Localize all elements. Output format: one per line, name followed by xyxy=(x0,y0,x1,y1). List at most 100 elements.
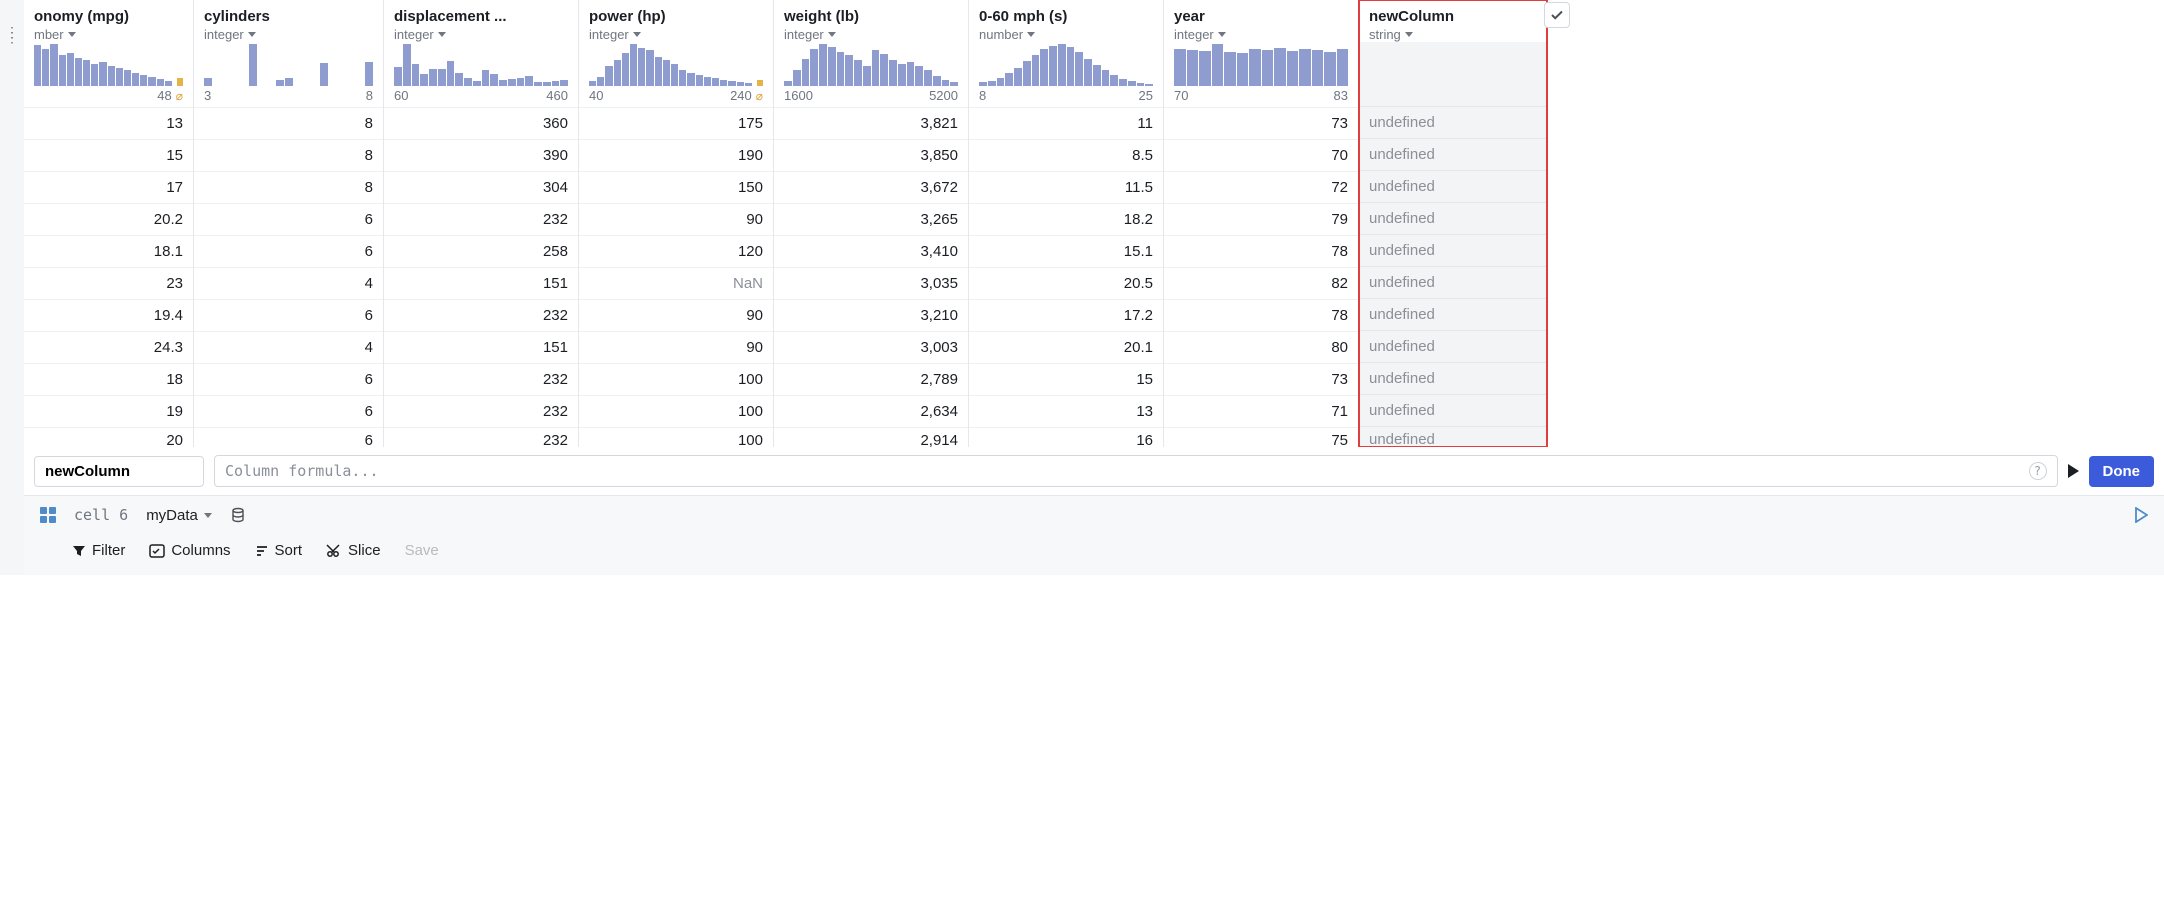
table-cell[interactable]: 2,789 xyxy=(774,363,968,395)
table-cell[interactable]: 16 xyxy=(969,427,1163,447)
table-cell[interactable]: 8 xyxy=(194,107,383,139)
table-cell[interactable]: 3,003 xyxy=(774,331,968,363)
table-cell[interactable]: 23 xyxy=(24,267,193,299)
table-cell[interactable]: 18.1 xyxy=(24,235,193,267)
table-cell[interactable]: 3,210 xyxy=(774,299,968,331)
table-cell[interactable]: 73 xyxy=(1164,107,1358,139)
drag-handle-icon[interactable]: ⋮⋮ xyxy=(5,30,19,40)
table-cell[interactable]: undefined xyxy=(1359,202,1546,234)
table-cell[interactable]: 79 xyxy=(1164,203,1358,235)
table-cell[interactable]: 2,634 xyxy=(774,395,968,427)
table-cell[interactable]: 17.2 xyxy=(969,299,1163,331)
table-cell[interactable]: 19.4 xyxy=(24,299,193,331)
column-type-selector[interactable]: integer xyxy=(204,27,373,42)
table-cell[interactable]: 18 xyxy=(24,363,193,395)
table-cell[interactable]: 20 xyxy=(24,427,193,447)
sort-button[interactable]: Sort xyxy=(255,542,303,559)
filter-button[interactable]: Filter xyxy=(72,542,125,559)
column-header[interactable]: 0-60 mph (s)number xyxy=(969,0,1163,42)
table-cell[interactable]: 20.5 xyxy=(969,267,1163,299)
table-cell[interactable]: 73 xyxy=(1164,363,1358,395)
column-header[interactable]: power (hp)integer xyxy=(579,0,773,42)
dataset-selector[interactable]: myData xyxy=(146,507,212,524)
table-cell[interactable]: 90 xyxy=(579,331,773,363)
table-cell[interactable]: undefined xyxy=(1359,266,1546,298)
table-cell[interactable]: 6 xyxy=(194,235,383,267)
table-cell[interactable]: 11.5 xyxy=(969,171,1163,203)
done-button[interactable]: Done xyxy=(2089,456,2155,487)
column-formula-input[interactable]: Column formula... ? xyxy=(214,455,2058,487)
table-cell[interactable]: undefined xyxy=(1359,426,1546,446)
column-histogram[interactable]: 60460 xyxy=(384,42,578,107)
table-cell[interactable]: 70 xyxy=(1164,139,1358,171)
table-cell[interactable]: 6 xyxy=(194,363,383,395)
table-cell[interactable]: 75 xyxy=(1164,427,1358,447)
table-cell[interactable]: 71 xyxy=(1164,395,1358,427)
column-header[interactable]: displacement ...integer xyxy=(384,0,578,42)
table-cell[interactable]: 175 xyxy=(579,107,773,139)
table-cell[interactable]: undefined xyxy=(1359,234,1546,266)
table-cell[interactable]: 232 xyxy=(384,203,578,235)
table-cell[interactable]: 6 xyxy=(194,427,383,447)
table-cell[interactable]: 390 xyxy=(384,139,578,171)
table-cell[interactable]: undefined xyxy=(1359,106,1546,138)
table-cell[interactable]: 232 xyxy=(384,363,578,395)
table-cell[interactable]: 8 xyxy=(194,139,383,171)
table-cell[interactable]: 232 xyxy=(384,299,578,331)
table-cell[interactable]: 90 xyxy=(579,299,773,331)
table-cell[interactable]: 17 xyxy=(24,171,193,203)
column-header[interactable]: onomy (mpg)mber xyxy=(24,0,193,42)
column-histogram[interactable]: 38 xyxy=(194,42,383,107)
table-cell[interactable]: 13 xyxy=(24,107,193,139)
slice-button[interactable]: Slice xyxy=(326,542,381,559)
table-cell[interactable]: 15.1 xyxy=(969,235,1163,267)
column-type-selector[interactable]: string xyxy=(1369,27,1536,42)
table-cell[interactable]: 232 xyxy=(384,395,578,427)
column-type-selector[interactable]: integer xyxy=(589,27,763,42)
table-cell[interactable]: 19 xyxy=(24,395,193,427)
column-header[interactable]: newColumnstring xyxy=(1359,0,1546,42)
column-histogram[interactable]: 48⌀ xyxy=(24,42,193,107)
cell-gutter[interactable]: ⋮⋮ xyxy=(0,0,24,575)
table-cell[interactable]: 78 xyxy=(1164,235,1358,267)
table-cell[interactable]: 232 xyxy=(384,427,578,447)
table-cell[interactable]: 3,410 xyxy=(774,235,968,267)
run-icon[interactable] xyxy=(2068,464,2079,478)
table-cell[interactable]: 3,850 xyxy=(774,139,968,171)
table-cell[interactable]: 80 xyxy=(1164,331,1358,363)
table-cell[interactable]: 8 xyxy=(194,171,383,203)
table-cell[interactable]: NaN xyxy=(579,267,773,299)
column-type-selector[interactable]: integer xyxy=(394,27,568,42)
table-cell[interactable]: undefined xyxy=(1359,170,1546,202)
column-histogram[interactable]: 7083 xyxy=(1164,42,1358,107)
table-cell[interactable]: 3,672 xyxy=(774,171,968,203)
table-cell[interactable]: 90 xyxy=(579,203,773,235)
run-cell-icon[interactable] xyxy=(2134,507,2148,523)
table-cell[interactable]: 120 xyxy=(579,235,773,267)
table-cell[interactable]: 151 xyxy=(384,331,578,363)
column-type-selector[interactable]: mber xyxy=(34,27,183,42)
column-histogram[interactable]: 825 xyxy=(969,42,1163,107)
column-type-selector[interactable]: number xyxy=(979,27,1153,42)
table-cell[interactable]: 3,035 xyxy=(774,267,968,299)
columns-button[interactable]: Columns xyxy=(149,542,230,559)
table-cell[interactable]: 82 xyxy=(1164,267,1358,299)
table-cell[interactable]: 190 xyxy=(579,139,773,171)
table-cell[interactable]: 151 xyxy=(384,267,578,299)
table-cell[interactable]: 13 xyxy=(969,395,1163,427)
table-cell[interactable]: undefined xyxy=(1359,298,1546,330)
table-cell[interactable]: 100 xyxy=(579,427,773,447)
table-cell[interactable]: undefined xyxy=(1359,394,1546,426)
table-cell[interactable]: 11 xyxy=(969,107,1163,139)
column-type-selector[interactable]: integer xyxy=(1174,27,1348,42)
new-column-name-input[interactable] xyxy=(34,456,204,487)
table-cell[interactable]: 150 xyxy=(579,171,773,203)
table-cell[interactable]: 72 xyxy=(1164,171,1358,203)
column-type-selector[interactable]: integer xyxy=(784,27,958,42)
table-cell[interactable]: 360 xyxy=(384,107,578,139)
table-cell[interactable]: 15 xyxy=(969,363,1163,395)
accept-column-button[interactable] xyxy=(1544,2,1570,28)
table-cell[interactable]: 258 xyxy=(384,235,578,267)
column-header[interactable]: weight (lb)integer xyxy=(774,0,968,42)
database-icon[interactable] xyxy=(230,507,246,523)
